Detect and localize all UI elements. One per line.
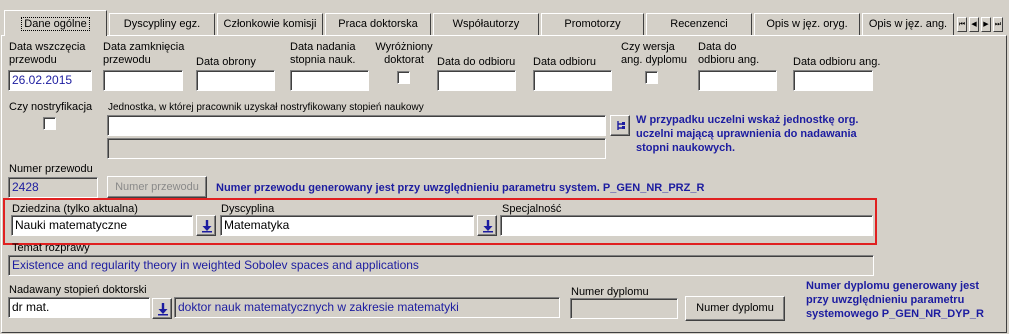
specjalnosc-field[interactable]: [500, 215, 873, 236]
prev-tab-icon[interactable]: ◀: [969, 17, 979, 32]
data-zamkniecia-label: Data zamknięcia przewodu: [103, 41, 185, 66]
numer-przewodu-button[interactable]: Numer przewodu: [107, 176, 207, 198]
temat-label: Temat rozprawy: [12, 242, 90, 254]
tab-label: Dane ogólne: [21, 17, 90, 31]
data-zamkniecia-field[interactable]: [103, 70, 183, 91]
czy-wersja-ang-label: Czy wersja ang. dyplomu: [621, 41, 688, 66]
temat-field: Existence and regularity theory in weigh…: [8, 255, 874, 276]
first-tab-icon[interactable]: ⏮: [957, 17, 967, 32]
wyrozniony-checkbox[interactable]: [397, 71, 410, 84]
data-do-odbioru-ang-field[interactable]: [698, 70, 777, 91]
data-odbioru-ang-field[interactable]: [793, 70, 873, 91]
tab-opis-jez-ang[interactable]: Opis w jęz. ang.: [862, 13, 954, 35]
jednostka-field[interactable]: [107, 115, 606, 136]
data-do-odbioru-ang-label: Data do odbioru ang.: [698, 41, 760, 66]
dyscyplina-field[interactable]: Matematyka: [220, 215, 474, 236]
arrow-down-icon: [483, 220, 493, 233]
data-obrony-label: Data obrony: [196, 56, 256, 68]
czy-nostryfikacja-label: Czy nostryfikacja: [9, 101, 93, 113]
dziedzina-field[interactable]: Nauki matematyczne: [11, 215, 193, 236]
czy-nostryfikacja-checkbox[interactable]: [43, 117, 56, 130]
data-nadania-field[interactable]: [290, 70, 369, 91]
jednostka-tree-button[interactable]: [610, 115, 630, 136]
tab-promotorzy[interactable]: Promotorzy: [541, 13, 644, 35]
data-do-odbioru-label: Data do odbioru: [437, 56, 516, 68]
data-wszczecia-label: Data wszczęcia przewodu: [9, 41, 86, 66]
data-odbioru-ang-label: Data odbioru ang.: [793, 56, 881, 68]
data-odbioru-label: Data odbioru: [533, 56, 596, 68]
data-do-odbioru-field[interactable]: [437, 70, 516, 91]
tree-icon: [617, 121, 625, 130]
tab-recenzenci[interactable]: Recenzenci: [646, 13, 752, 35]
numer-przewodu-label: Numer przewodu: [9, 163, 93, 175]
last-tab-icon[interactable]: ⏭: [993, 17, 1003, 32]
jednostka-field-secondary: [107, 138, 606, 159]
czy-wersja-ang-checkbox[interactable]: [645, 71, 658, 84]
jednostka-label: Jednostka, w której pracownik uzyskał no…: [108, 102, 424, 113]
arrow-down-icon: [202, 220, 212, 233]
next-tab-icon[interactable]: ▶: [981, 17, 991, 32]
tab-opis-jez-oryg[interactable]: Opis w jęz. oryg.: [754, 13, 860, 35]
stopien-dropdown-button[interactable]: [152, 298, 172, 319]
wyrozniony-label: Wyróżniony doktorat: [375, 41, 433, 66]
tab-wspolautorzy[interactable]: Współautorzy: [433, 13, 539, 35]
dziedzina-dropdown-button[interactable]: [196, 215, 216, 236]
tab-bar: Dane ogólne Dyscypliny egz. Członkowie k…: [0, 0, 1009, 36]
tab-praca-doktorska[interactable]: Praca doktorska: [325, 13, 431, 35]
tab-czlonkowie-komisji[interactable]: Członkowie komisji: [217, 13, 323, 35]
dyscyplina-dropdown-button[interactable]: [477, 215, 497, 236]
stopien-field[interactable]: dr mat.: [8, 297, 150, 318]
numer-dyplomu-button[interactable]: Numer dyplomu: [685, 296, 785, 321]
numer-dyplomu-note: Numer dyplomu generowany jest przy uwzgl…: [806, 280, 984, 320]
numer-dyplomu-field: [570, 298, 678, 319]
stopien-description: doktor nauk matematycznych w zakresie ma…: [174, 297, 560, 318]
jednostka-note: W przypadku uczelni wskaż jednostkę org.…: [636, 114, 859, 154]
numer-przewodu-note: Numer przewodu generowany jest przy uwzg…: [216, 182, 705, 194]
arrow-down-icon: [158, 303, 168, 316]
data-odbioru-field[interactable]: [533, 70, 612, 91]
numer-przewodu-field: 2428: [8, 177, 98, 198]
tab-dyscypliny-egz[interactable]: Dyscypliny egz.: [109, 13, 215, 35]
stopien-label: Nadawany stopień doktorski: [9, 284, 147, 296]
tab-dane-ogolne[interactable]: Dane ogólne: [4, 10, 107, 36]
data-obrony-field[interactable]: [196, 70, 275, 91]
data-nadania-label: Data nadania stopnia nauk.: [290, 41, 356, 66]
data-wszczecia-field[interactable]: 26.02.2015: [8, 70, 92, 91]
